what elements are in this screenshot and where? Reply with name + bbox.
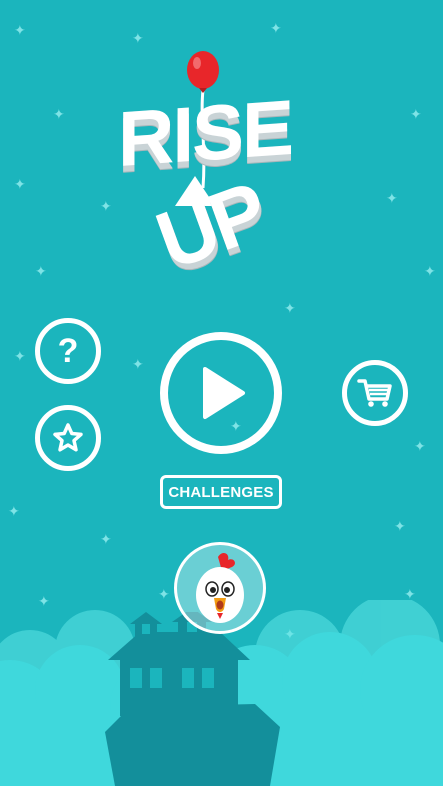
challenges-button[interactable]: CHALLENGES (160, 475, 282, 509)
sparkle: ✦ (394, 519, 406, 535)
play-button[interactable]: play (160, 332, 282, 454)
sparkle: ✦ (132, 31, 144, 47)
sparkle: ✦ (100, 199, 112, 215)
help-button[interactable]: ? (35, 318, 101, 384)
play-icon (203, 367, 245, 419)
star-icon (53, 423, 83, 452)
sparkle: ✦ (414, 439, 426, 455)
challenges-label: CHALLENGES (168, 483, 274, 501)
sparkle: ✦ (410, 107, 422, 123)
sparkle: ✦ (424, 264, 436, 280)
game-main-menu: ✦ ✦ ✦ ✦ ✦ ✦ ✦ ✦ ✦ ✦ ✦ ✦ ✦ ✦ ✦ ✦ ✦ ✦ ✦ ✦ … (0, 0, 443, 786)
sparkle: ✦ (35, 264, 47, 280)
sparkle: ✦ (284, 301, 296, 317)
shopping-cart-icon (357, 379, 392, 407)
character-select-button[interactable] (174, 542, 266, 634)
sparkle: ✦ (14, 177, 26, 193)
sparkle: ✦ (386, 191, 398, 207)
title-up: UP (145, 165, 277, 288)
chicken-character-icon (196, 553, 244, 623)
haunted-house-silhouette (105, 612, 280, 786)
sparkle: ✦ (53, 107, 65, 123)
sparkle: ✦ (100, 532, 112, 548)
sparkle: ✦ (8, 504, 20, 520)
sparkle: ✦ (14, 349, 26, 365)
shop-button[interactable] (342, 360, 408, 426)
question-mark-icon: ? (57, 332, 79, 370)
sparkle: ✦ (270, 21, 282, 37)
sparkle: ✦ (132, 357, 144, 373)
rate-button[interactable] (35, 405, 101, 471)
sparkle: ✦ (14, 23, 26, 39)
